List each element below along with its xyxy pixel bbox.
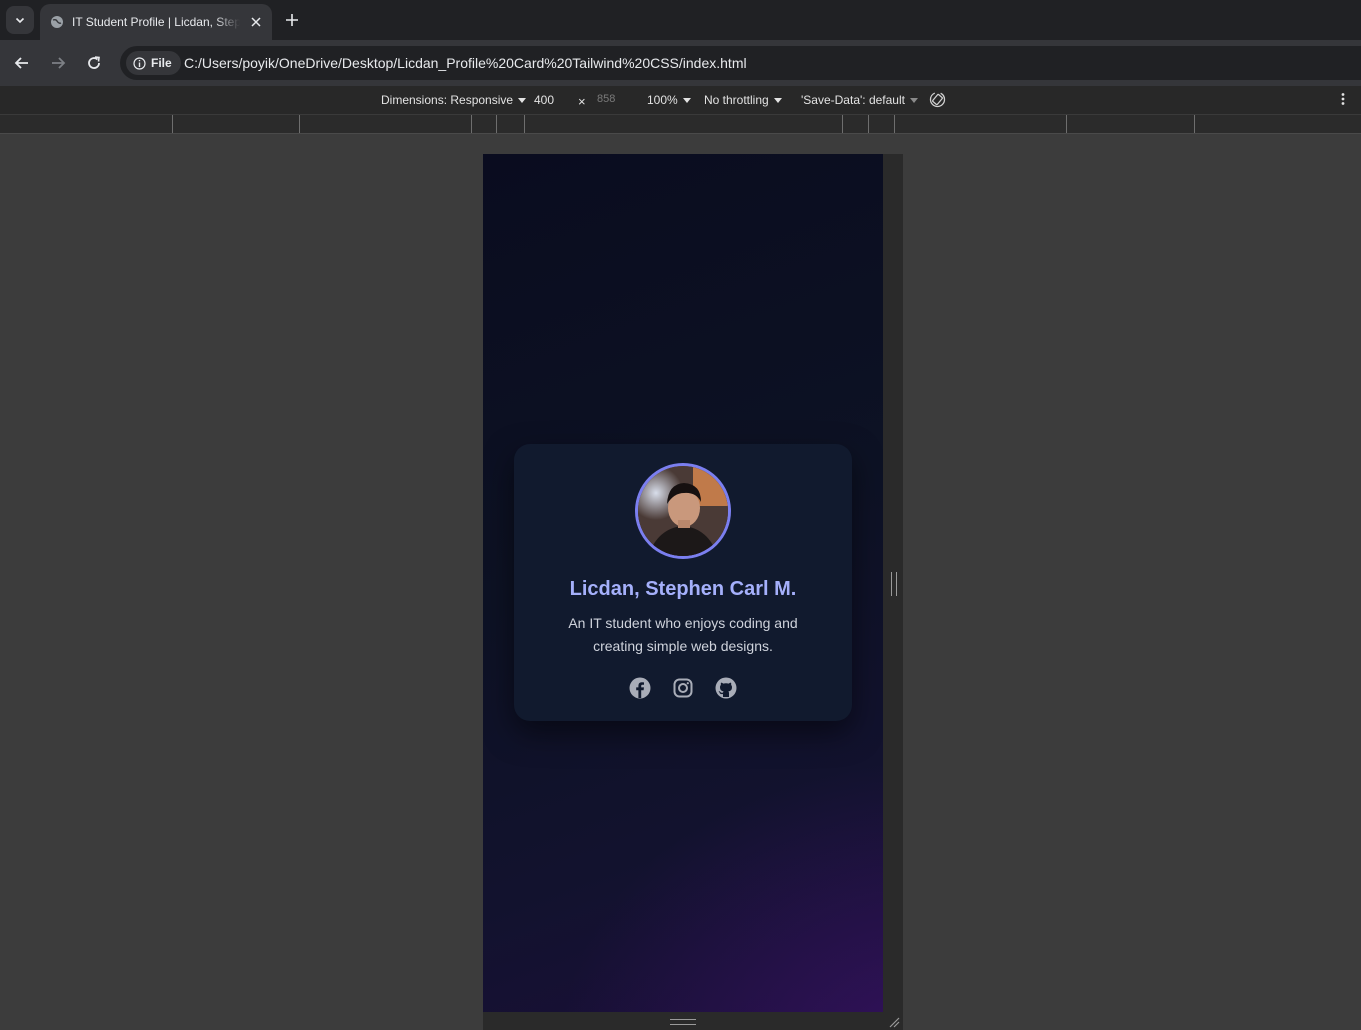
- device-toolbar: Dimensions: Responsive 400 × 858 100% No…: [0, 86, 1361, 115]
- dimensions-label: Dimensions: Responsive: [381, 93, 514, 107]
- throttling-dropdown[interactable]: No throttling: [704, 93, 782, 107]
- ruler-tick: [172, 115, 173, 133]
- caret-down-icon: [518, 97, 527, 103]
- instagram-icon[interactable]: [672, 677, 694, 699]
- browser-tab[interactable]: IT Student Profile | Licdan, Stephen Car…: [40, 4, 272, 40]
- drag-grip-icon: [670, 1019, 696, 1025]
- reload-icon: [88, 56, 100, 69]
- width-value: 400: [534, 93, 555, 107]
- info-icon: [133, 56, 146, 70]
- github-icon[interactable]: [715, 677, 737, 699]
- reload-button[interactable]: [83, 52, 105, 74]
- drag-grip-icon: [891, 572, 897, 596]
- profile-avatar: [635, 463, 731, 559]
- arrow-right-icon: [52, 57, 66, 69]
- times-symbol: ×: [578, 94, 586, 109]
- ruler-tick: [299, 115, 300, 133]
- caret-down-icon: [773, 97, 782, 103]
- height-value: 858: [597, 93, 616, 105]
- dimensions-dropdown[interactable]: Dimensions: Responsive: [381, 93, 527, 107]
- emulated-viewport: Licdan, Stephen Carl M. An IT student wh…: [483, 154, 883, 1012]
- ruler-tick: [524, 115, 525, 133]
- new-tab-button[interactable]: [282, 10, 302, 30]
- tab-title: IT Student Profile | Licdan, Stephen Car…: [72, 15, 240, 29]
- more-options-button[interactable]: [1338, 92, 1348, 106]
- address-bar[interactable]: File C:/Users/poyik/OneDrive/Desktop/Lic…: [120, 46, 1361, 80]
- profile-card: Licdan, Stephen Carl M. An IT student wh…: [514, 444, 852, 721]
- url-text[interactable]: C:/Users/poyik/OneDrive/Desktop/Licdan_P…: [184, 55, 747, 71]
- facebook-icon[interactable]: [629, 677, 651, 699]
- ruler-tick: [894, 115, 895, 133]
- width-input[interactable]: 400: [534, 93, 554, 107]
- site-chip-label: File: [151, 56, 172, 70]
- tab-strip: IT Student Profile | Licdan, Stephen Car…: [0, 0, 1361, 40]
- save-data-dropdown[interactable]: 'Save-Data': default: [801, 93, 918, 107]
- arrow-left-icon: [14, 57, 28, 69]
- viewport-resize-handle-bottom[interactable]: [483, 1012, 903, 1030]
- profile-bio: An IT student who enjoys coding and crea…: [568, 615, 798, 654]
- rotate-button[interactable]: [929, 91, 946, 108]
- back-button[interactable]: [11, 52, 33, 74]
- times-icon: ×: [578, 94, 586, 109]
- browser-toolbar: File C:/Users/poyik/OneDrive/Desktop/Lic…: [0, 40, 1361, 86]
- tab-search-button[interactable]: [6, 6, 34, 34]
- forward-button[interactable]: [47, 52, 69, 74]
- chevron-down-icon: [15, 17, 25, 24]
- caret-down-icon: [909, 97, 918, 103]
- zoom-dropdown[interactable]: 100%: [647, 93, 691, 107]
- height-input[interactable]: 858: [597, 93, 615, 105]
- social-links: [514, 677, 852, 699]
- ruler-tick: [471, 115, 472, 133]
- rotate-icon: [929, 91, 946, 108]
- site-info-chip[interactable]: File: [126, 51, 181, 75]
- ruler-tick: [1066, 115, 1067, 133]
- profile-name: Licdan, Stephen Carl M.: [569, 578, 797, 600]
- ruler-tick: [842, 115, 843, 133]
- resize-corner-icon[interactable]: [888, 1016, 900, 1028]
- caret-down-icon: [682, 97, 691, 103]
- ruler-tick: [868, 115, 869, 133]
- more-vertical-icon: [1341, 93, 1345, 105]
- plus-icon: [286, 14, 298, 26]
- avatar-photo: [638, 466, 728, 556]
- close-tab-icon[interactable]: [248, 14, 264, 30]
- viewport-resize-handle-right[interactable]: [883, 154, 903, 1012]
- ruler-tick: [1194, 115, 1195, 133]
- media-query-ruler[interactable]: [0, 115, 1361, 134]
- save-data-label: 'Save-Data': default: [801, 93, 905, 107]
- ruler-tick: [496, 115, 497, 133]
- zoom-label: 100%: [647, 93, 678, 107]
- globe-icon: [49, 14, 65, 30]
- throttling-label: No throttling: [704, 93, 769, 107]
